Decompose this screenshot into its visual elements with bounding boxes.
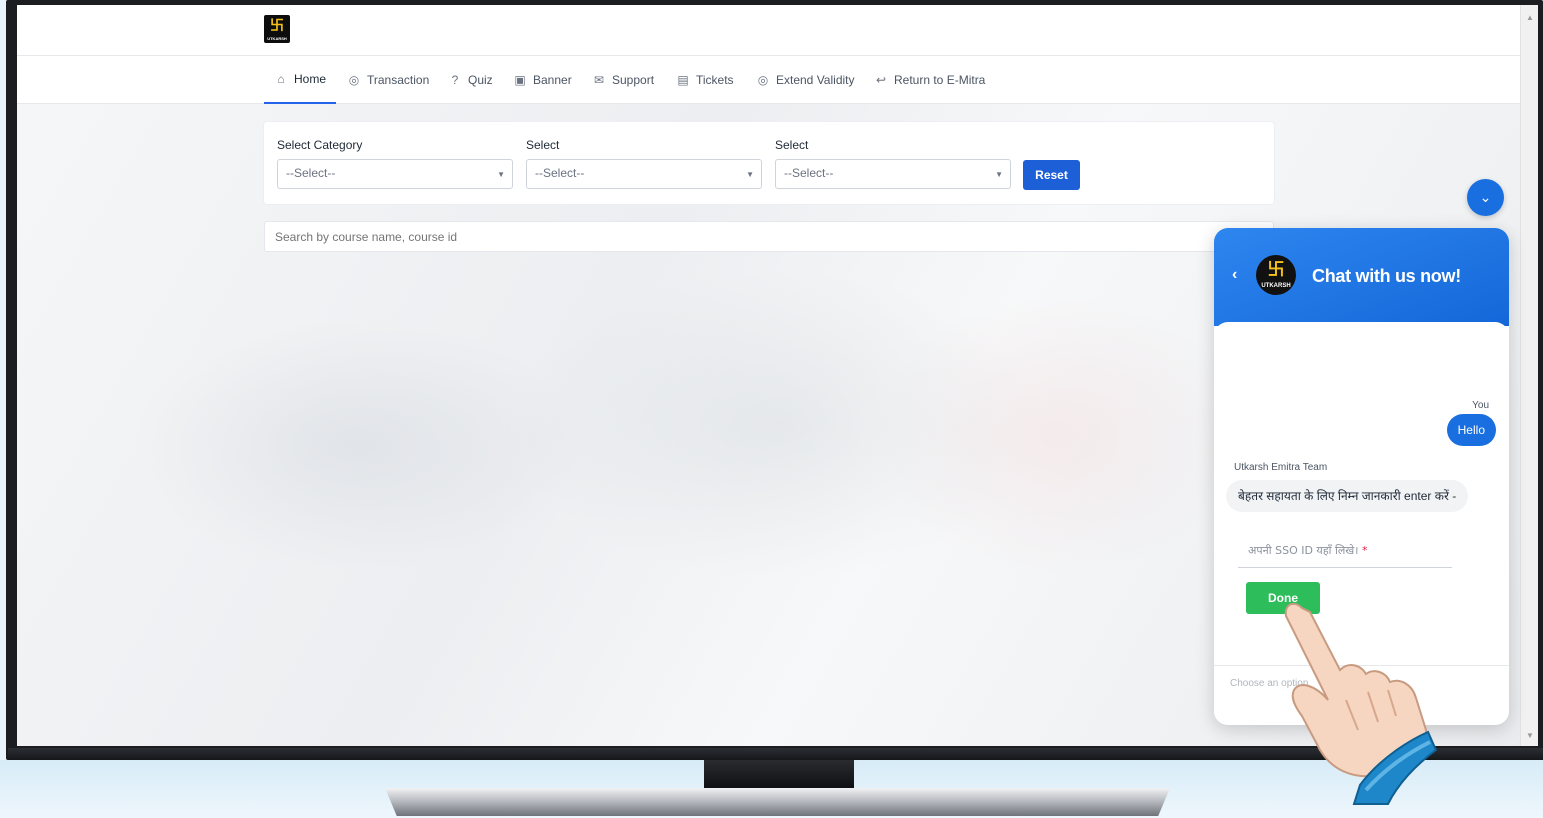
nav-quiz[interactable]: ? Quiz xyxy=(448,56,493,104)
category-select[interactable]: --Select-- ▼ xyxy=(277,159,513,189)
utkarsh-logo[interactable]: 卐 UTKARSH xyxy=(264,15,290,43)
select-2[interactable]: --Select-- ▼ xyxy=(526,159,762,189)
chat-title: Chat with us now! xyxy=(1312,266,1461,286)
agent-label: Utkarsh Emitra Team xyxy=(1234,462,1328,473)
tv-stand-base xyxy=(385,788,1170,816)
select-value: --Select-- xyxy=(286,166,336,180)
category-label: Select Category xyxy=(277,138,363,152)
transaction-icon: ◎ xyxy=(348,73,360,87)
select-3[interactable]: --Select-- ▼ xyxy=(775,159,1011,189)
sso-id-field[interactable]: अपनी SSO ID यहाँ लिखे। * xyxy=(1238,536,1452,568)
nav-label: Banner xyxy=(533,73,572,87)
course-search-input[interactable] xyxy=(264,221,1274,252)
select-2-label: Select xyxy=(526,138,560,152)
chevron-left-icon[interactable]: ‹ xyxy=(1232,266,1237,284)
caret-down-icon: ▼ xyxy=(746,170,754,179)
main-nav: ⌂ Home ◎ Transaction ? Quiz ▣ Banner ✉ S… xyxy=(17,56,1520,104)
nav-label: Return to E-Mitra xyxy=(894,73,986,87)
page-scrollbar[interactable]: ▲ ▼ xyxy=(1520,5,1538,746)
required-mark: * xyxy=(1361,544,1368,557)
select-value: --Select-- xyxy=(535,166,585,180)
chat-minimize-button[interactable]: ⌄ xyxy=(1467,179,1504,216)
user-label: You xyxy=(1472,400,1489,411)
top-header: 卐 UTKARSH xyxy=(17,5,1520,56)
logo-text: UTKARSH xyxy=(267,36,287,41)
home-icon: ⌂ xyxy=(277,72,285,86)
user-message: Hello xyxy=(1446,414,1496,446)
image-icon: ▣ xyxy=(514,73,526,87)
caret-down-icon: ▼ xyxy=(497,170,505,179)
select-3-label: Select xyxy=(775,138,809,152)
nav-home[interactable]: ⌂ Home xyxy=(264,56,336,104)
chevron-down-icon: ⌄ xyxy=(1479,189,1492,205)
agent-message: बेहतर सहायता के लिए निम्न जानकारी enter … xyxy=(1226,480,1469,512)
scroll-up-icon[interactable]: ▲ xyxy=(1526,13,1534,22)
chat-avatar: 卐 UTKARSH xyxy=(1256,255,1296,295)
nav-label: Extend Validity xyxy=(776,73,855,87)
logo-text: UTKARSH xyxy=(1261,283,1291,289)
nav-tickets[interactable]: ▤ Tickets xyxy=(676,56,734,104)
ticket-icon: ▤ xyxy=(677,73,689,87)
mail-icon: ✉ xyxy=(593,73,605,87)
extend-icon: ◎ xyxy=(757,73,769,87)
nav-label: Transaction xyxy=(367,73,430,87)
reset-button[interactable]: Reset xyxy=(1023,160,1080,190)
sso-placeholder: अपनी SSO ID यहाँ लिखे। xyxy=(1248,544,1359,557)
nav-return-emitra[interactable]: ↩ Return to E-Mitra xyxy=(874,56,985,104)
caret-down-icon: ▼ xyxy=(995,170,1003,179)
nav-label: Quiz xyxy=(468,73,493,87)
chat-header: ‹ 卐 UTKARSH Chat with us now! xyxy=(1214,228,1509,326)
nav-label: Home xyxy=(294,72,327,86)
nav-label: Tickets xyxy=(696,73,734,87)
scroll-down-icon[interactable]: ▼ xyxy=(1526,731,1534,740)
help-circle-icon: ? xyxy=(451,73,459,87)
logo-glyph: 卐 xyxy=(1267,260,1285,279)
nav-banner[interactable]: ▣ Banner xyxy=(513,56,572,104)
select-value: --Select-- xyxy=(784,166,834,180)
nav-extend-validity[interactable]: ◎ Extend Validity xyxy=(756,56,855,104)
pointing-hand-illustration xyxy=(1284,602,1438,805)
tv-stand-neck xyxy=(704,760,854,790)
return-icon: ↩ xyxy=(875,73,887,87)
nav-label: Support xyxy=(612,73,655,87)
filter-card: Select Category --Select-- ▼ Select --Se… xyxy=(264,122,1274,204)
nav-support[interactable]: ✉ Support xyxy=(592,56,654,104)
logo-glyph: 卐 xyxy=(270,17,284,33)
nav-transaction[interactable]: ◎ Transaction xyxy=(347,56,430,104)
